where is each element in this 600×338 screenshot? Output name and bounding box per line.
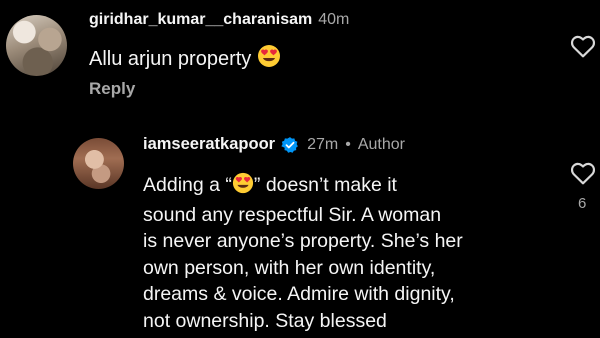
heart-eyes-emoji-icon <box>257 44 281 75</box>
comment-line: not ownership. Stay blessed <box>143 309 387 332</box>
avatar[interactable] <box>6 15 67 76</box>
timestamp: 27m <box>307 135 339 153</box>
comment-text-suffix: ” doesn’t make it <box>253 174 397 196</box>
separator-dot: • <box>345 135 351 153</box>
heart-icon[interactable] <box>570 34 596 58</box>
comment-line: sound any respectful Sir. A woman <box>143 203 442 226</box>
reply-button[interactable]: Reply <box>89 79 135 99</box>
comment-header: iamseeratkapoor 27m • Author <box>143 135 405 154</box>
heart-eyes-emoji-icon <box>232 172 254 202</box>
username[interactable]: iamseeratkapoor <box>143 135 275 154</box>
comment-text: Allu arjun property <box>89 44 281 75</box>
comment-line: is never anyone’s property. She’s her <box>143 230 463 252</box>
heart-icon[interactable] <box>570 161 596 185</box>
avatar[interactable] <box>73 138 124 189</box>
author-badge: Author <box>357 135 405 153</box>
comment-header: giridhar_kumar__charanisam 40m <box>89 11 349 29</box>
timestamp: 40m <box>318 11 350 28</box>
comment-line: own person, with her own identity, <box>143 256 436 279</box>
username[interactable]: giridhar_kumar__charanisam <box>89 11 312 29</box>
comment-text: Adding a “ ” doesn’t make it sound any r… <box>143 172 563 334</box>
comment-line: dreams & voice. Admire with dignity, <box>143 283 455 305</box>
comment-text-prefix: Adding a “ <box>143 174 232 196</box>
comment-item: giridhar_kumar__charanisam 40m Allu arju… <box>0 0 600 110</box>
like-count: 6 <box>578 195 587 212</box>
verified-badge-icon <box>281 136 298 153</box>
comment-line: Adding a “ ” doesn’t make it <box>143 172 563 202</box>
comment-body: Allu arjun property <box>89 48 252 70</box>
